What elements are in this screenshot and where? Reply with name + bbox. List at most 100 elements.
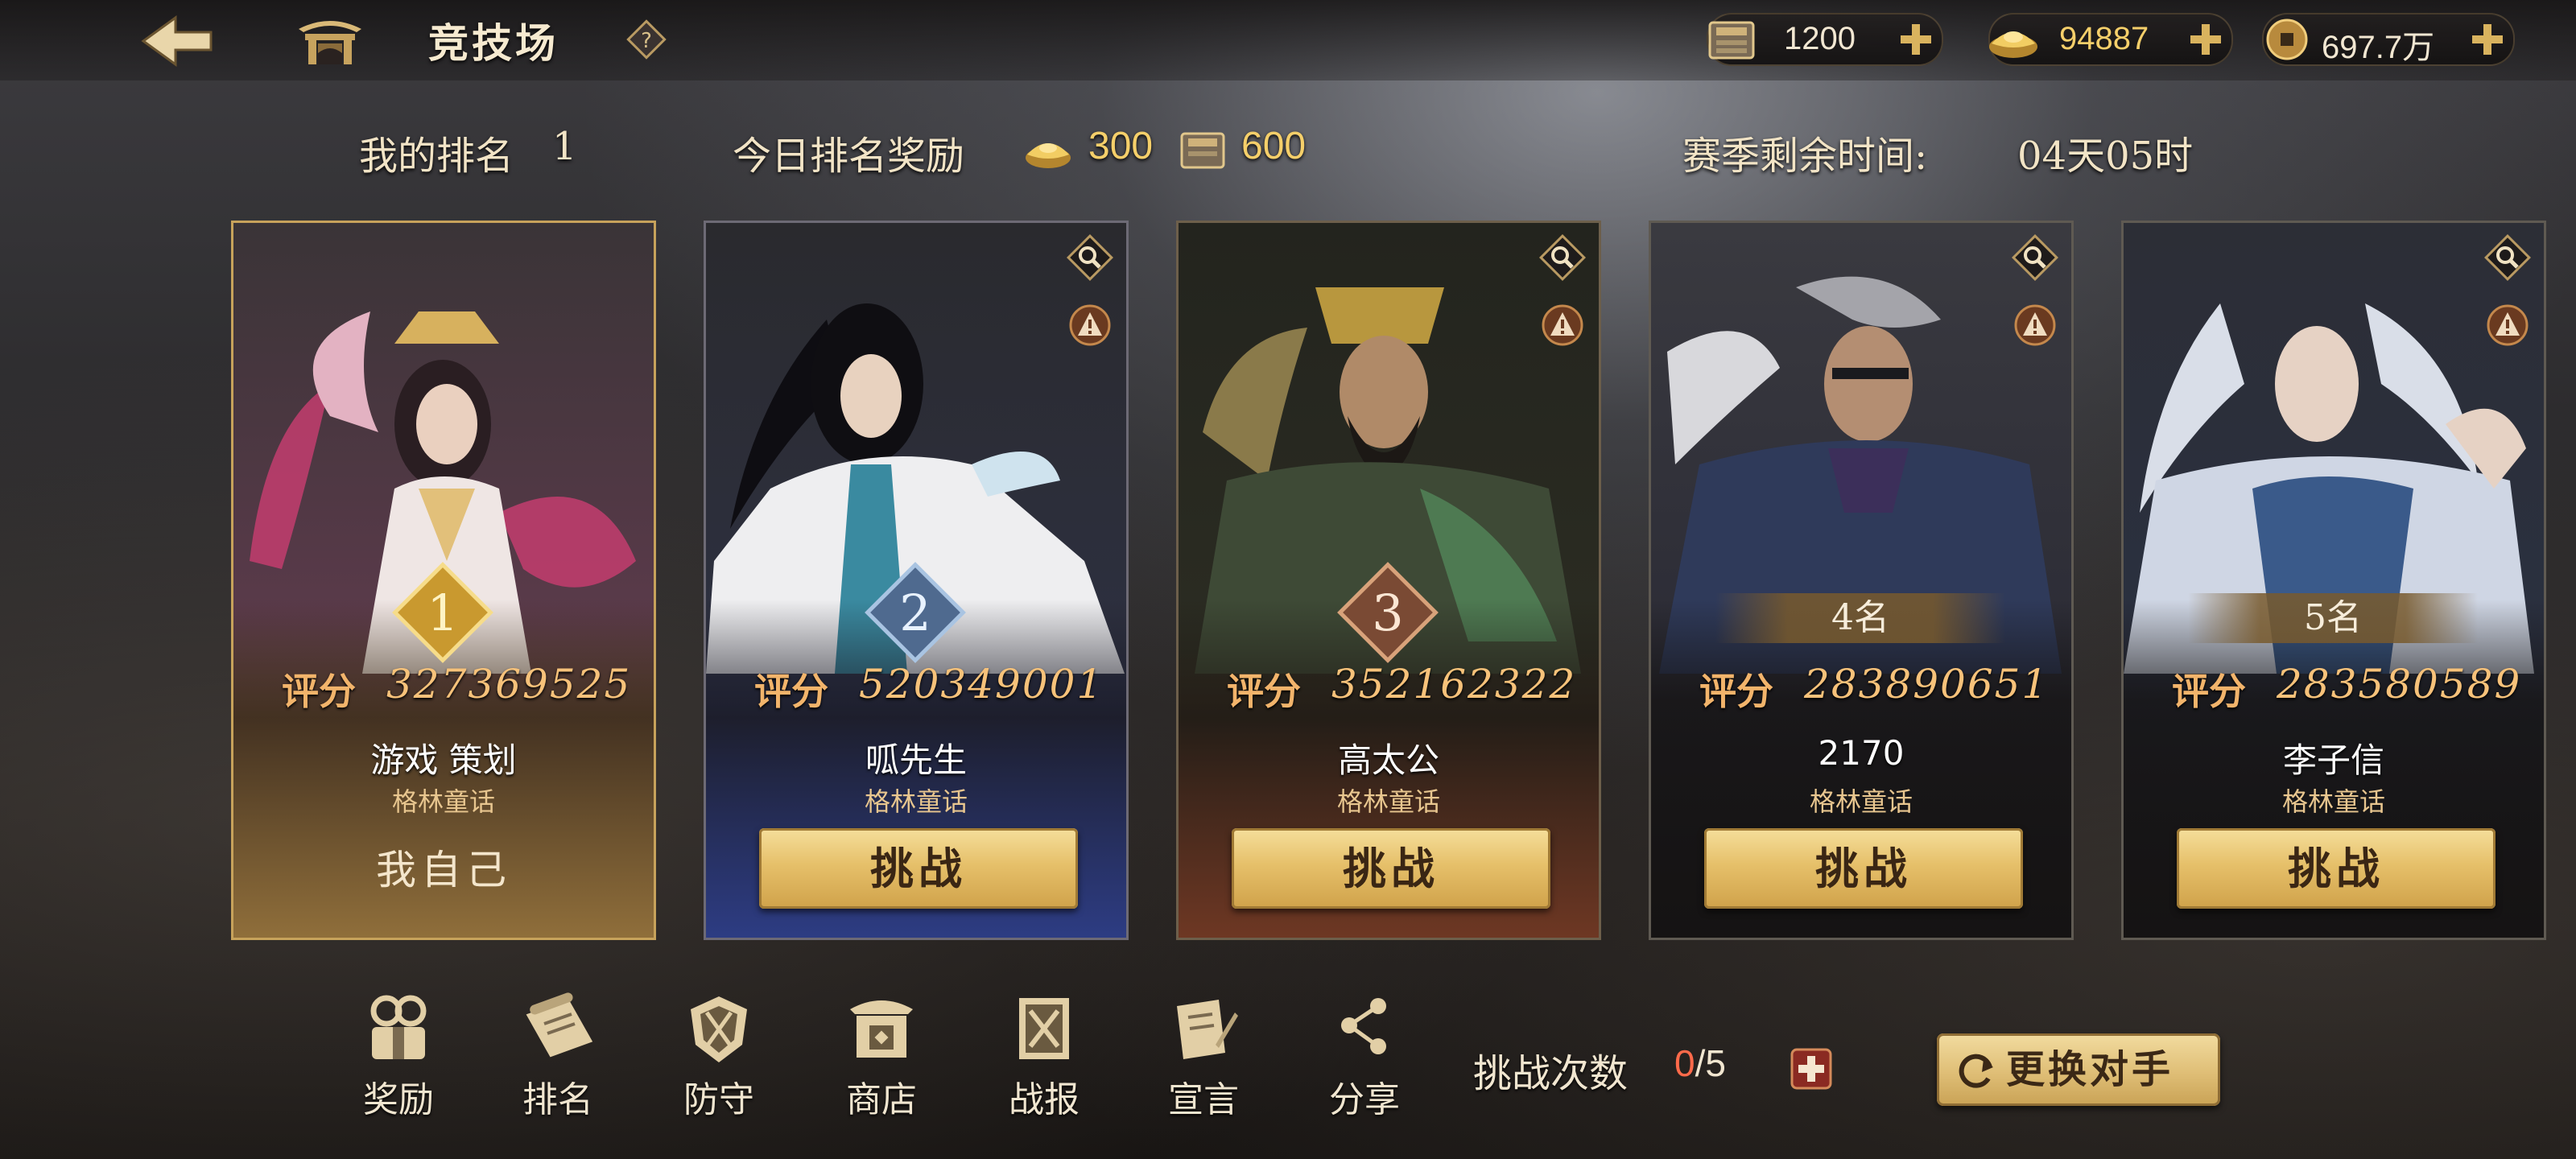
score-label: 评分 [1227, 670, 1301, 713]
reward-label: 今日排名奖励 [733, 134, 965, 179]
nav-reward[interactable]: 奖励 [346, 988, 451, 1120]
currency-books: 1200 [1707, 13, 1943, 66]
challenge-button[interactable]: 挑战 [759, 828, 1078, 909]
nav-ranking[interactable]: 排名 [506, 988, 610, 1120]
rank-card-2: 2 评分 520349001 呱先生 格林童话 挑战 [704, 221, 1129, 940]
challenge-button[interactable]: 挑战 [1704, 828, 2023, 909]
help-button[interactable]: ? [625, 18, 668, 61]
nav-label: 战报 [1009, 1079, 1080, 1120]
svg-text:3: 3 [1372, 584, 1403, 642]
top-bar: 竞技场 ? 1200 94887 697.7万 [0, 0, 2576, 80]
nav-label: 分享 [1329, 1079, 1400, 1120]
player-name: 高太公 [1337, 740, 1439, 780]
rank-badge-3: 3 [1337, 562, 1439, 663]
challenge-button[interactable]: 挑战 [2177, 828, 2496, 909]
my-rank-label: 我的排名 [359, 134, 514, 179]
copper-coin-icon [2266, 19, 2308, 60]
season-label: 赛季剩余时间: [1682, 134, 1928, 179]
score-label: 评分 [282, 670, 356, 713]
nav-share[interactable]: 分享 [1312, 988, 1417, 1120]
guild-name: 格林童话 [1809, 786, 1913, 817]
warning-icon[interactable] [1065, 300, 1115, 350]
gold-ingot-icon [1989, 31, 2037, 58]
currency-gold: 94887 [1988, 13, 2233, 66]
back-arrow-icon [141, 15, 213, 67]
my-rank-value: 1 [552, 124, 577, 169]
self-label: 我自己 [376, 847, 511, 893]
add-gold-button[interactable] [2183, 18, 2228, 61]
score-value: 327369525 [386, 661, 632, 707]
change-opponent-button[interactable]: 更换对手 [1937, 1033, 2220, 1106]
attempts-label: 挑战次数 [1473, 1051, 1629, 1096]
shop-icon [850, 1000, 913, 1058]
svg-text:1: 1 [427, 584, 458, 642]
nav-label: 宣言 [1168, 1079, 1239, 1120]
add-books-button[interactable] [1893, 18, 1938, 61]
currency-value: 94887 [2059, 21, 2149, 56]
warning-icon[interactable] [2483, 300, 2533, 350]
refresh-icon [1959, 1054, 1993, 1088]
score-value: 352162322 [1331, 661, 1577, 707]
nav-shop[interactable]: 商店 [829, 988, 934, 1120]
challenge-button[interactable]: 挑战 [1232, 828, 1550, 909]
svg-text:?: ? [641, 29, 652, 53]
back-button[interactable] [137, 13, 217, 69]
currency-coin: 697.7万 [2262, 13, 2515, 66]
help-icon: ? [626, 19, 667, 60]
rank-badge-1: 1 [392, 562, 493, 663]
book-currency-icon [1708, 21, 1755, 60]
warning-icon[interactable] [2010, 300, 2060, 350]
season-remaining: 04天05时 [2017, 134, 2194, 179]
battle-report-icon [1019, 998, 1069, 1059]
arena-gate-icon [294, 14, 366, 68]
ranking-scroll-icon [526, 992, 593, 1058]
nav-label: 排名 [522, 1079, 593, 1120]
attempts-used: 0 [1674, 1042, 1695, 1084]
reward-gold-value: 300 [1088, 125, 1154, 167]
rank-label: 5名 [2188, 593, 2478, 643]
rank-label: 4名 [1715, 593, 2005, 643]
rank-badge-2: 2 [865, 562, 966, 663]
rank-card-3: 3 评分 352162322 高太公 格林童话 挑战 [1176, 221, 1601, 940]
change-opponent-label: 更换对手 [2006, 1047, 2174, 1092]
rank-card-4: 4名 评分 283890651 2170 格林童话 挑战 [1649, 221, 2074, 940]
defense-icon [691, 996, 747, 1062]
score-value: 283580589 [2277, 661, 2522, 707]
reward-books-value: 600 [1241, 125, 1307, 167]
inspect-icon[interactable] [2483, 233, 2533, 283]
player-name: 呱先生 [865, 740, 967, 780]
score-value: 283890651 [1804, 661, 2050, 707]
guild-name: 格林童话 [391, 786, 495, 817]
attempts-total: /5 [1695, 1042, 1726, 1084]
nav-defense[interactable]: 防守 [667, 988, 771, 1120]
guild-name: 格林童话 [1336, 786, 1440, 817]
nav-declaration[interactable]: 宣言 [1151, 988, 1256, 1120]
warning-icon[interactable] [1538, 300, 1587, 350]
player-name: 李子信 [2282, 740, 2384, 780]
nav-label: 商店 [846, 1079, 917, 1120]
add-attempts-button[interactable] [1790, 1048, 1832, 1090]
nav-battle-report[interactable]: 战报 [992, 988, 1096, 1120]
currency-value: 697.7万 [2322, 30, 2435, 65]
svg-text:2: 2 [899, 584, 931, 642]
share-icon [1341, 998, 1386, 1054]
score-label: 评分 [754, 670, 828, 713]
inspect-icon[interactable] [2010, 233, 2060, 283]
rank-card-self: 1 评分 327369525 游戏 策划 格林童话 我自己 [231, 221, 656, 940]
add-coin-button[interactable] [2465, 18, 2510, 61]
attempts-count: 0/5 [1674, 1041, 1726, 1085]
reward-icon [370, 995, 427, 1059]
guild-name: 格林童话 [864, 786, 968, 817]
inspect-icon[interactable] [1538, 233, 1587, 283]
declaration-icon [1177, 1000, 1238, 1059]
rank-card-5: 5名 评分 283580589 李子信 格林童话 挑战 [2121, 221, 2546, 940]
nav-label: 防守 [683, 1079, 754, 1120]
nav-label: 奖励 [363, 1079, 434, 1120]
currency-value: 1200 [1784, 21, 1856, 56]
player-name: 游戏 策划 [370, 740, 517, 780]
inspect-icon[interactable] [1065, 233, 1115, 283]
page-title: 竞技场 [428, 19, 559, 67]
player-name: 2170 [1818, 733, 1905, 773]
book-currency-icon [1180, 132, 1225, 169]
guild-name: 格林童话 [2281, 786, 2385, 817]
